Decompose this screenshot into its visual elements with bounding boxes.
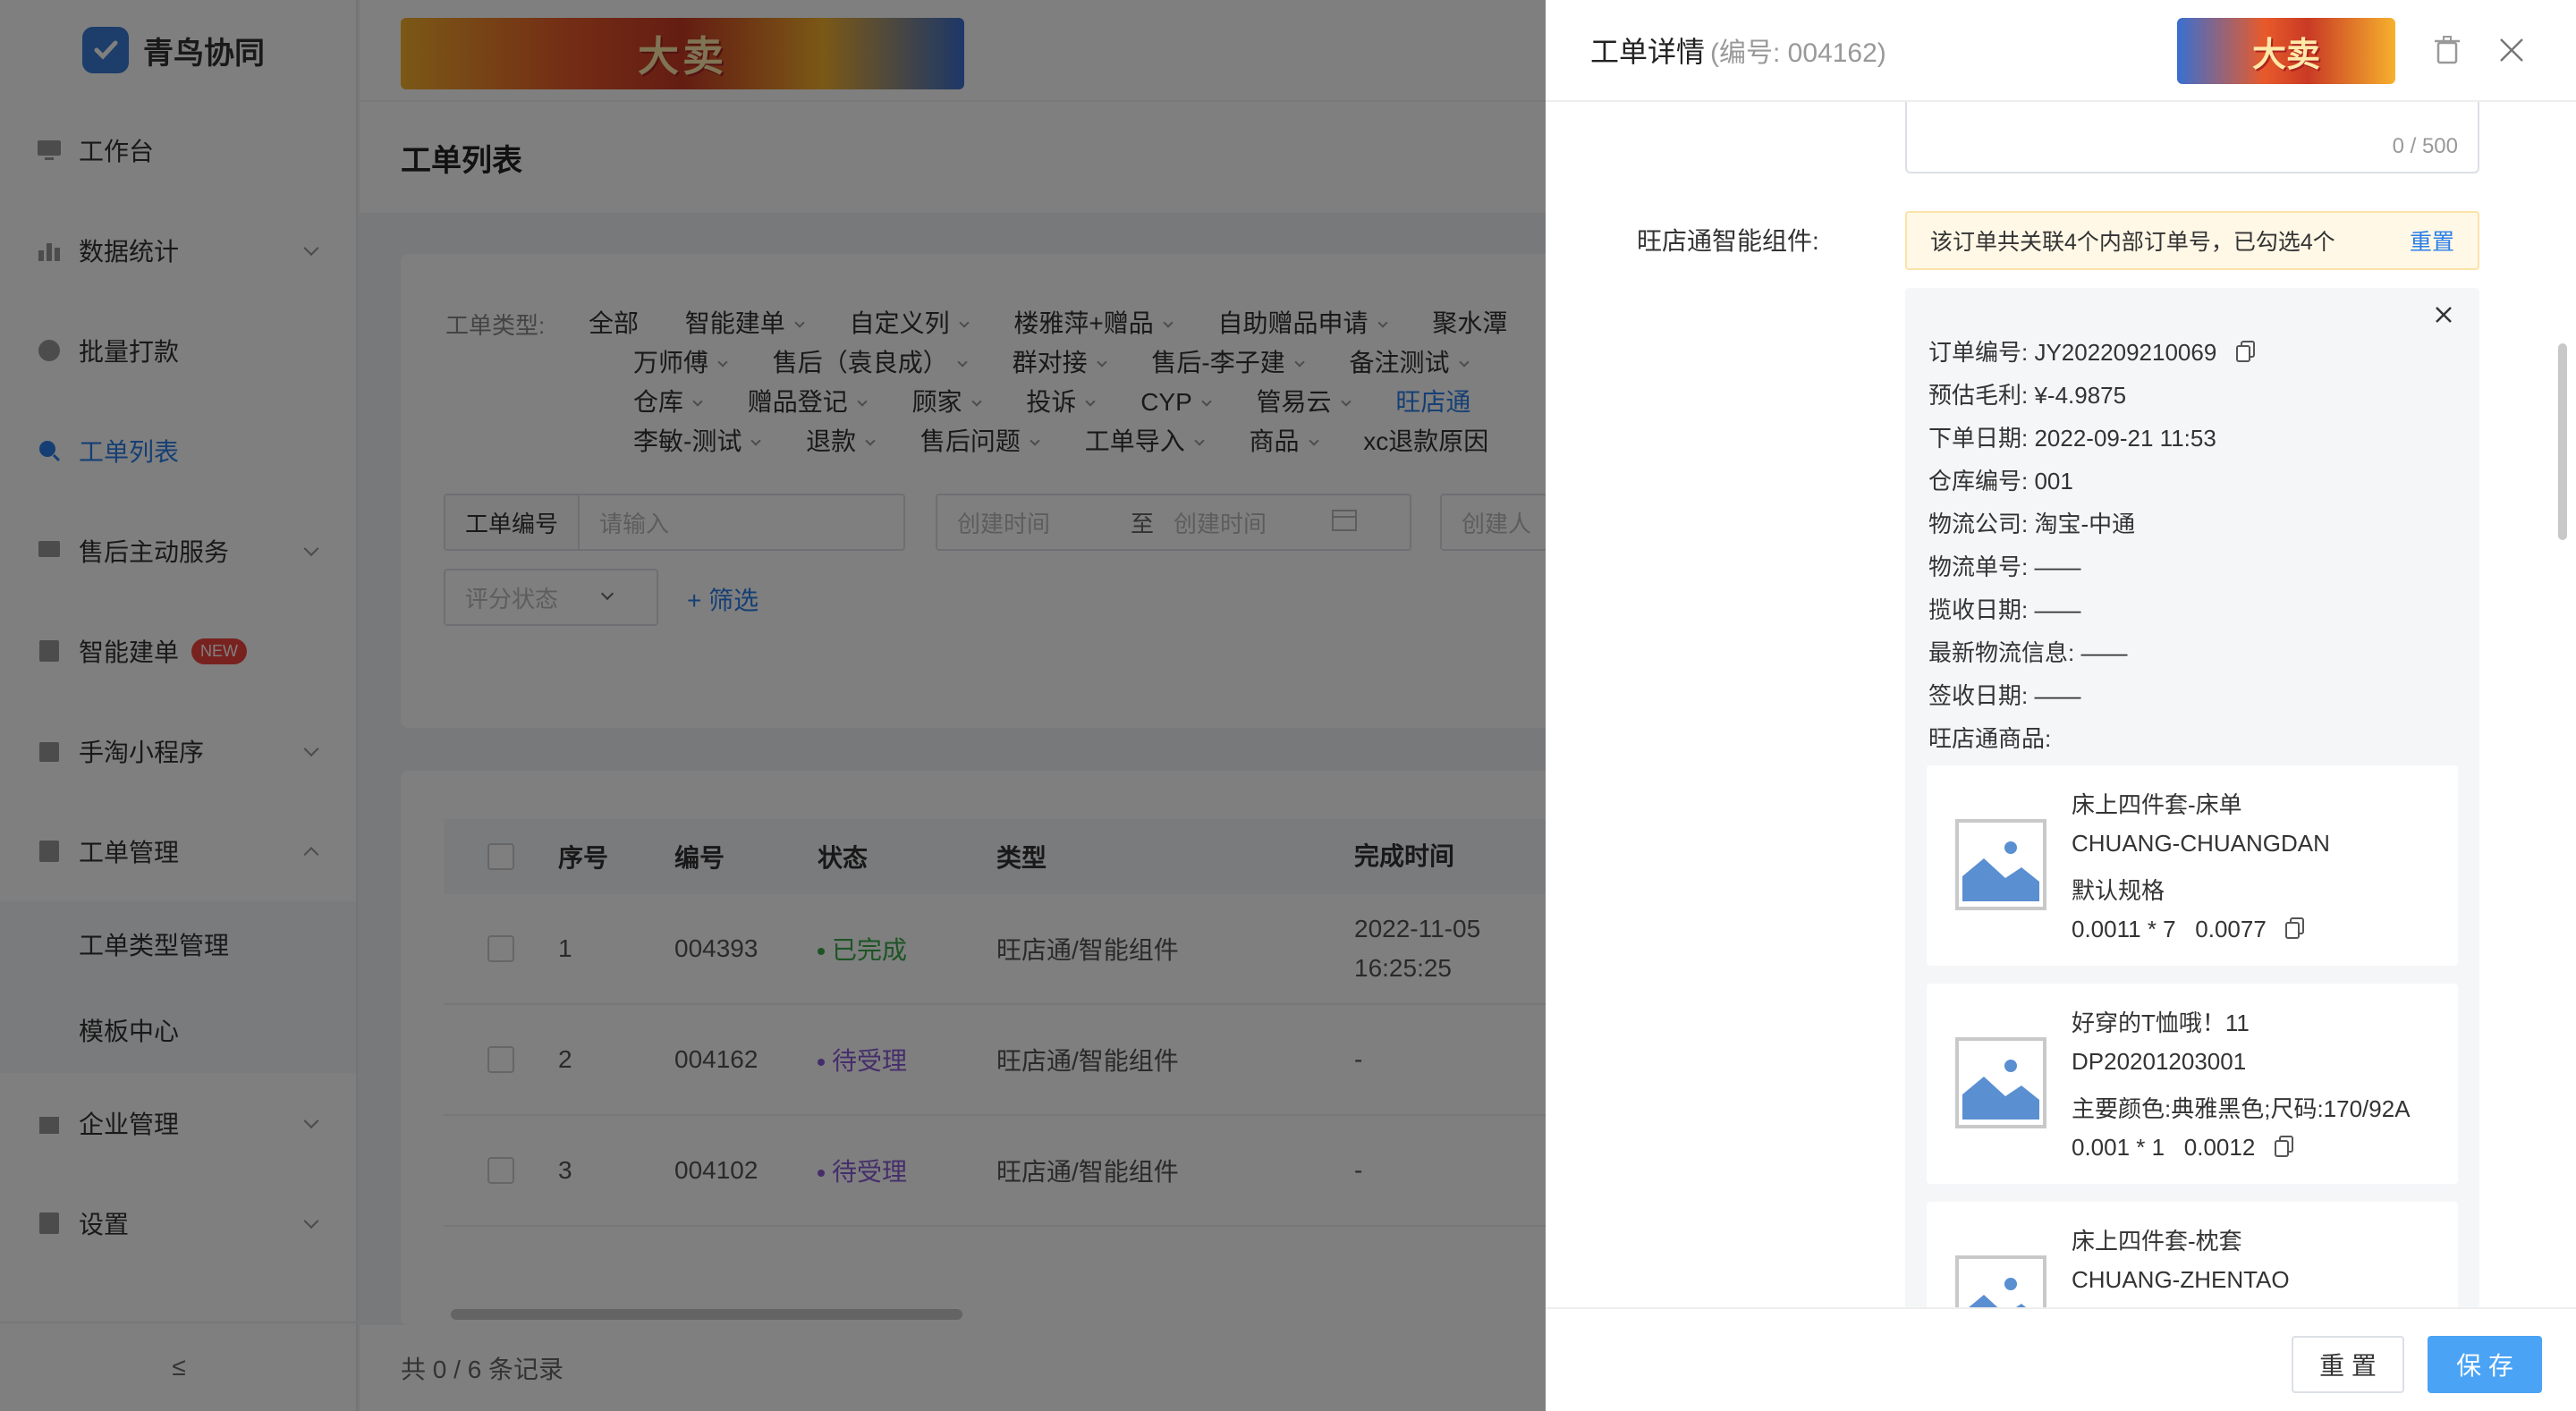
component-label: 旺店通智能组件: bbox=[1637, 227, 1819, 255]
ticket-detail-drawer: 工单详情 (编号: 004162) 大卖 0 / 500 旺店通智能组件: 该订… bbox=[1546, 0, 2576, 1411]
image-placeholder-icon bbox=[1955, 819, 2046, 910]
image-placeholder-icon bbox=[1955, 1037, 2046, 1128]
notice-text: 该订单共关联4个内部订单号，已勾选4个 bbox=[1930, 230, 2335, 255]
drawer-scrollbar[interactable] bbox=[2558, 343, 2567, 540]
logistics-company: 物流公司: 淘宝-中通 bbox=[1928, 511, 2136, 537]
logistics-no: 物流单号: —— bbox=[1928, 553, 2081, 580]
drawer-header: 工单详情 (编号: 004162) 大卖 bbox=[1546, 0, 2576, 102]
product-code: CHUANG-ZHENTAO bbox=[2072, 1266, 2290, 1293]
notice-reset-link[interactable]: 重置 bbox=[2410, 224, 2454, 257]
product-code: DP20201203001 bbox=[2072, 1048, 2247, 1075]
drawer-footer: 重 置 保 存 bbox=[1546, 1307, 2576, 1411]
close-icon[interactable] bbox=[2433, 304, 2462, 333]
product-spec: 主要颜色:典雅黑色;尺码:170/92A bbox=[2072, 1095, 2411, 1122]
drawer-promo-banner[interactable]: 大卖 bbox=[2177, 18, 2395, 84]
product-spec: 默认规格 bbox=[2072, 877, 2165, 904]
product-name: 床上四件套-枕套 bbox=[2072, 1228, 2242, 1255]
pickup-date: 揽收日期: —— bbox=[1928, 596, 2081, 623]
banner-text: 大卖 bbox=[2251, 36, 2320, 74]
product-card: 床上四件套-枕套 CHUANG-ZHENTAO bbox=[1927, 1202, 2458, 1307]
product-code: CHUANG-CHUANGDAN bbox=[2072, 830, 2330, 857]
gross-profit: 预估毛利: ¥-4.9875 bbox=[1928, 382, 2127, 409]
copy-icon[interactable] bbox=[2235, 340, 2256, 368]
drawer-title: 工单详情 bbox=[1590, 36, 1706, 68]
order-no-row: 订单编号: JY202209210069 bbox=[1928, 334, 2256, 368]
drawer-body: 0 / 500 旺店通智能组件: 该订单共关联4个内部订单号，已勾选4个 重置 … bbox=[1546, 102, 2576, 1307]
product-name: 好穿的T恤哦！11 bbox=[2072, 1010, 2250, 1036]
close-icon[interactable] bbox=[2494, 32, 2529, 68]
reset-button[interactable]: 重 置 bbox=[2292, 1336, 2404, 1393]
product-price-row: 0.0011 * 7 0.0077 bbox=[2072, 916, 2305, 945]
drawer-subtitle: (编号: 004162) bbox=[1710, 38, 1886, 68]
order-notice: 该订单共关联4个内部订单号，已勾选4个 重置 bbox=[1905, 211, 2479, 270]
warehouse-no: 仓库编号: 001 bbox=[1928, 468, 2073, 494]
latest-logistics: 最新物流信息: —— bbox=[1928, 639, 2128, 666]
product-card: 好穿的T恤哦！11 DP20201203001 主要颜色:典雅黑色;尺码:170… bbox=[1927, 984, 2458, 1184]
copy-icon[interactable] bbox=[2285, 917, 2305, 945]
order-panel: 订单编号: JY202209210069 预估毛利: ¥-4.9875 下单日期… bbox=[1905, 288, 2479, 1307]
sign-date: 签收日期: —— bbox=[1928, 682, 2081, 709]
product-card: 床上四件套-床单 CHUANG-CHUANGDAN 默认规格 0.0011 * … bbox=[1927, 765, 2458, 966]
order-date: 下单日期: 2022-09-21 11:53 bbox=[1928, 425, 2216, 452]
remark-textarea[interactable]: 0 / 500 bbox=[1905, 102, 2479, 173]
save-button[interactable]: 保 存 bbox=[2428, 1336, 2542, 1393]
product-name: 床上四件套-床单 bbox=[2072, 791, 2242, 818]
char-counter: 0 / 500 bbox=[2392, 134, 2458, 158]
copy-icon[interactable] bbox=[2274, 1135, 2294, 1163]
product-price: 0.001 * 1 0.0012 bbox=[2072, 1134, 2256, 1161]
delete-icon[interactable] bbox=[2429, 32, 2465, 68]
modal-overlay[interactable] bbox=[0, 0, 1546, 1411]
order-no: 订单编号: JY202209210069 bbox=[1928, 339, 2217, 366]
product-price-row: 0.001 * 1 0.0012 bbox=[2072, 1134, 2294, 1163]
goods-label: 旺店通商品: bbox=[1928, 725, 2052, 752]
product-price: 0.0011 * 7 0.0077 bbox=[2072, 916, 2267, 942]
image-placeholder-icon bbox=[1955, 1255, 2046, 1307]
